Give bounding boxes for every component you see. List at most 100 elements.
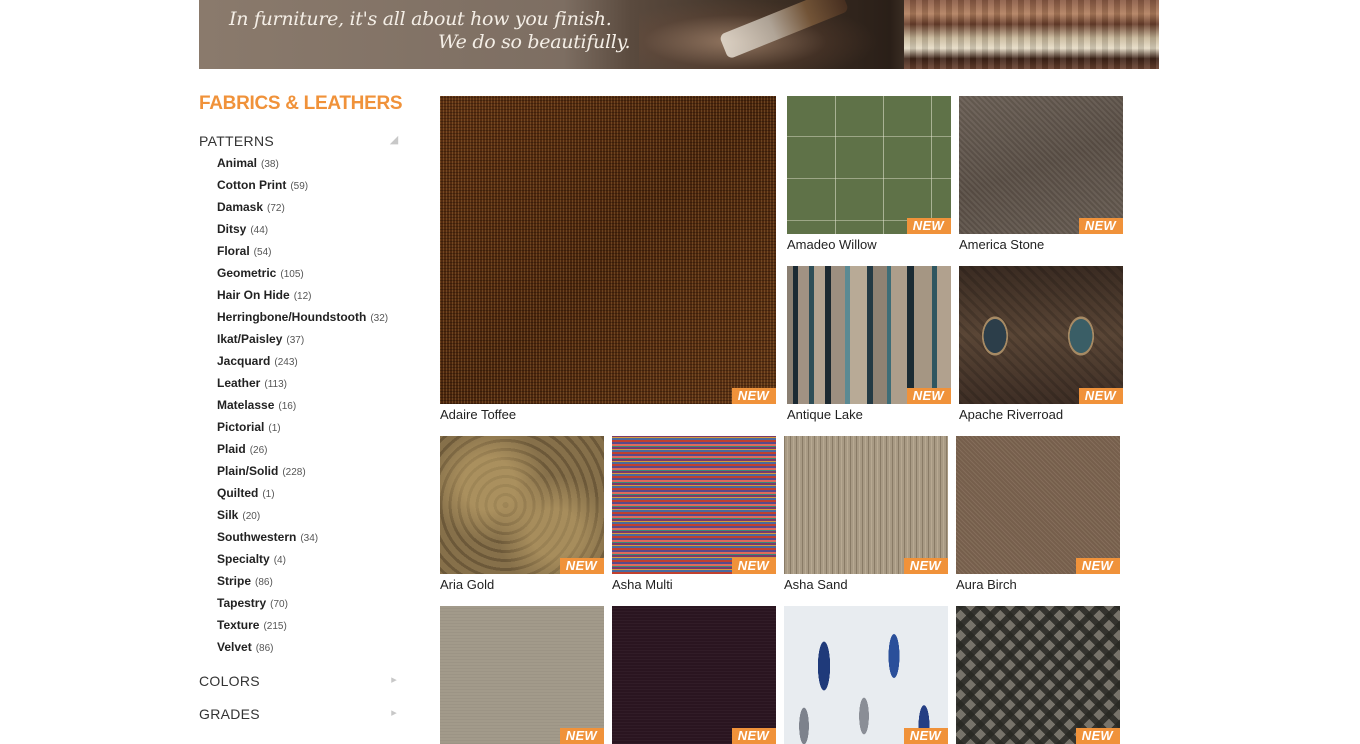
pattern-name[interactable]: Ditsy — [217, 222, 246, 236]
pattern-item-specialty[interactable]: Specialty (4) — [199, 548, 404, 570]
pattern-count: (37) — [286, 335, 305, 346]
pattern-item-tapestry[interactable]: Tapestry (70) — [199, 592, 404, 614]
pattern-item-geometric[interactable]: Geometric (105) — [199, 262, 404, 284]
colors-section-toggle[interactable]: COLORS — [199, 672, 404, 690]
fabric-name[interactable]: Aura Birch — [956, 577, 1017, 592]
pattern-item-matelasse[interactable]: Matelasse (16) — [199, 394, 404, 416]
pattern-name[interactable]: Cotton Print — [217, 178, 286, 192]
pattern-item-plain-solid[interactable]: Plain/Solid (228) — [199, 460, 404, 482]
pattern-name[interactable]: Jacquard — [217, 354, 270, 368]
pattern-item-quilted[interactable]: Quilted (1) — [199, 482, 404, 504]
pattern-name[interactable]: Pictorial — [217, 420, 264, 434]
pattern-name[interactable]: Quilted — [217, 486, 258, 500]
fabric-swatch-image[interactable] — [440, 96, 776, 404]
fabric-tile-aura-birch[interactable]: NEW Aura Birch — [956, 436, 1120, 596]
fabric-name[interactable]: Asha Sand — [784, 577, 848, 592]
pattern-count: (72) — [267, 203, 285, 214]
pattern-item-herringbone-houndstooth[interactable]: Herringbone/Houndstooth (32) — [199, 306, 404, 328]
pattern-name[interactable]: Plaid — [217, 442, 246, 456]
fabric-swatch-image[interactable] — [956, 606, 1120, 744]
pattern-item-animal[interactable]: Animal (38) — [199, 152, 404, 174]
fabric-swatch-image[interactable] — [784, 436, 948, 574]
fabric-swatch-image[interactable] — [784, 606, 948, 744]
pattern-name[interactable]: Southwestern — [217, 530, 296, 544]
fabric-name[interactable]: Apache Riverroad — [959, 407, 1063, 422]
pattern-item-cotton-print[interactable]: Cotton Print (59) — [199, 174, 404, 196]
banner-tagline: In furniture, it's all about how you fin… — [229, 8, 631, 54]
pattern-item-velvet[interactable]: Velvet (86) — [199, 636, 404, 658]
fabric-name[interactable]: Adaire Toffee — [440, 407, 516, 422]
fabric-name[interactable]: Amadeo Willow — [787, 237, 877, 252]
fabric-name[interactable]: Aria Gold — [440, 577, 494, 592]
caret-right-icon[interactable]: ▸ — [388, 707, 400, 719]
fabric-tile-apache-riverroad[interactable]: NEW Apache Riverroad — [959, 266, 1123, 426]
pattern-name[interactable]: Hair On Hide — [217, 288, 290, 302]
fabric-swatch-image[interactable] — [959, 266, 1123, 404]
pattern-name[interactable]: Specialty — [217, 552, 270, 566]
fabric-tile-aria-gold[interactable]: NEW Aria Gold — [440, 436, 604, 596]
pattern-item-pictorial[interactable]: Pictorial (1) — [199, 416, 404, 438]
pattern-name[interactable]: Floral — [217, 244, 250, 258]
fabric-swatch-image[interactable] — [787, 266, 951, 404]
grades-section-toggle[interactable]: GRADES — [199, 705, 404, 723]
fabric-tile-adaire-toffee[interactable]: NEW Adaire Toffee — [440, 96, 776, 426]
fabric-tile-antique-lake[interactable]: NEW Antique Lake — [787, 266, 951, 426]
fabric-swatch-image[interactable] — [959, 96, 1123, 234]
pattern-name[interactable]: Damask — [217, 200, 263, 214]
pattern-name[interactable]: Matelasse — [217, 398, 274, 412]
pattern-item-plaid[interactable]: Plaid (26) — [199, 438, 404, 460]
fabric-tile[interactable]: NEW — [784, 606, 948, 744]
fabric-tile-asha-multi[interactable]: NEW Asha Multi — [612, 436, 776, 596]
pattern-name[interactable]: Ikat/Paisley — [217, 332, 282, 346]
new-badge: NEW — [906, 388, 951, 404]
pattern-item-leather[interactable]: Leather (113) — [199, 372, 404, 394]
pattern-name[interactable]: Tapestry — [217, 596, 266, 610]
pattern-count: (1) — [268, 423, 281, 434]
pattern-item-hair-on-hide[interactable]: Hair On Hide (12) — [199, 284, 404, 306]
new-badge: NEW — [559, 728, 604, 744]
pattern-name[interactable]: Stripe — [217, 574, 251, 588]
filter-sidebar: FABRICS & LEATHERS PATTERNS ◢ Animal (38)… — [199, 92, 404, 722]
patterns-section-toggle[interactable]: PATTERNS — [199, 132, 404, 150]
pattern-name[interactable]: Plain/Solid — [217, 464, 278, 478]
pattern-item-ditsy[interactable]: Ditsy (44) — [199, 218, 404, 240]
fabric-tile-america-stone[interactable]: NEW America Stone — [959, 96, 1123, 256]
fabric-name[interactable]: Antique Lake — [787, 407, 863, 422]
fabric-swatch-image[interactable] — [787, 96, 951, 234]
fabric-tile-amadeo-willow[interactable]: NEW Amadeo Willow — [787, 96, 951, 256]
fabric-swatch-image[interactable] — [612, 436, 776, 574]
new-badge: NEW — [1078, 388, 1123, 404]
pattern-item-jacquard[interactable]: Jacquard (243) — [199, 350, 404, 372]
pattern-item-floral[interactable]: Floral (54) — [199, 240, 404, 262]
fabric-name[interactable]: America Stone — [959, 237, 1044, 252]
pattern-name[interactable]: Leather — [217, 376, 260, 390]
pattern-count: (243) — [274, 357, 298, 368]
pattern-item-stripe[interactable]: Stripe (86) — [199, 570, 404, 592]
fabric-tile-asha-sand[interactable]: NEW Asha Sand — [784, 436, 948, 596]
new-badge: NEW — [731, 558, 776, 574]
fabric-swatch-image[interactable] — [956, 436, 1120, 574]
pattern-name[interactable]: Herringbone/Houndstooth — [217, 310, 366, 324]
banner-tagline-line2: We do so beautifully. — [438, 31, 631, 53]
pattern-count: (44) — [250, 225, 269, 236]
fabric-swatch-image[interactable] — [440, 606, 604, 744]
pattern-name[interactable]: Geometric — [217, 266, 276, 280]
pattern-name[interactable]: Silk — [217, 508, 238, 522]
pattern-item-ikat-paisley[interactable]: Ikat/Paisley (37) — [199, 328, 404, 350]
pattern-item-texture[interactable]: Texture (215) — [199, 614, 404, 636]
fabric-swatch-image[interactable] — [440, 436, 604, 574]
caret-right-icon[interactable]: ▸ — [388, 674, 400, 686]
fabric-tile[interactable]: NEW — [440, 606, 604, 744]
pattern-name[interactable]: Animal — [217, 156, 257, 170]
fabric-tile[interactable]: NEW — [956, 606, 1120, 744]
pattern-name[interactable]: Velvet — [217, 640, 252, 654]
caret-down-icon[interactable]: ◢ — [388, 134, 400, 146]
new-badge: NEW — [1078, 218, 1123, 234]
pattern-item-damask[interactable]: Damask (72) — [199, 196, 404, 218]
fabric-tile[interactable]: NEW — [612, 606, 776, 744]
pattern-item-silk[interactable]: Silk (20) — [199, 504, 404, 526]
pattern-item-southwestern[interactable]: Southwestern (34) — [199, 526, 404, 548]
fabric-name[interactable]: Asha Multi — [612, 577, 673, 592]
pattern-name[interactable]: Texture — [217, 618, 259, 632]
fabric-swatch-image[interactable] — [612, 606, 776, 744]
